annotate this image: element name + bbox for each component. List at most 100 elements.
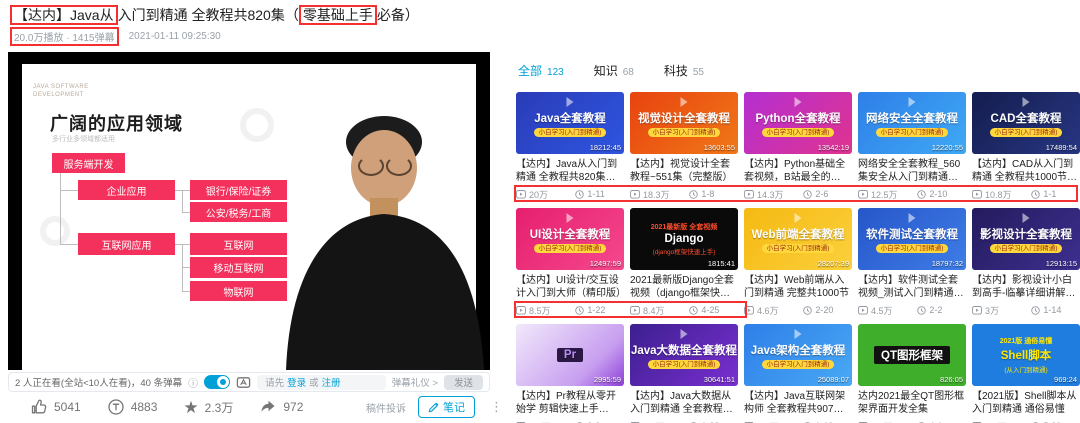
video-card-title: 【达内】Java大数据从入门到精通 全套教程共1000节	[630, 390, 738, 416]
video-duration: 18212:45	[590, 143, 621, 152]
clock-icon	[575, 190, 584, 199]
play-count: 3万	[985, 304, 999, 317]
upload-date: 4-25	[701, 305, 719, 315]
thumb-main-text: Java全套教程	[534, 110, 606, 126]
play-triangle-icon	[909, 97, 916, 107]
thumbs-up-icon	[30, 398, 48, 416]
video-card-title: 【达内】Pr教程从零开始学 剪辑快速上手（100节）	[516, 390, 624, 416]
video-thumbnail: Python全套教程 小白学习(入门到精通) 13542:19	[744, 92, 852, 154]
play-triangle-icon	[909, 213, 916, 223]
share-button[interactable]: 972	[259, 398, 303, 416]
video-card[interactable]: CAD全套教程 小白学习(入门到精通) 17489:54 【达内】CAD从入门到…	[972, 92, 1080, 200]
play-triangle-icon	[1023, 97, 1030, 107]
play-count-icon	[972, 306, 982, 315]
video-card-title: 达内2021最全QT图形框架界面开发全集	[858, 390, 966, 416]
share-icon	[259, 398, 277, 416]
video-card[interactable]: Web前端全套教程 小白学习(入门到精通) 28207:39 【达内】Web前端…	[744, 208, 852, 316]
play-triangle-icon	[795, 329, 802, 339]
video-card-title: 网络安全全套教程_560集安全从入门到精通【达内】	[858, 158, 966, 184]
video-duration: 826:05	[940, 375, 963, 384]
video-card[interactable]: QT图形框架 826:05 达内2021最全QT图形框架界面开发全集 1.7万 …	[858, 324, 966, 423]
more-options-icon[interactable]: ⋮	[487, 399, 506, 415]
video-card-title: 【达内】Python基础全套视频，B站最全的Python课程	[744, 158, 852, 184]
danmaku-settings-icon[interactable]	[236, 375, 251, 390]
video-duration: 28207:39	[818, 259, 849, 268]
video-card-title: 【达内】Java互联网架构师 全套教程共907节（Java架构师必备）	[744, 390, 852, 416]
video-card[interactable]: 影视设计全套教程 小白学习(入门到精通) 12913:15 【达内】影视设计小白…	[972, 208, 1080, 316]
clock-icon	[689, 190, 698, 199]
tab-count: 68	[623, 67, 634, 78]
tab-tech[interactable]: 科技 55	[664, 62, 704, 79]
tree-connector	[182, 190, 190, 191]
video-card-title: 【达内】Java从入门到精通 全教程共820集（零基础上手必备）	[516, 158, 624, 184]
thumb-sub-text: (django框架快速上手)	[653, 246, 716, 256]
video-card[interactable]: 2021版 通俗易懂 Shell脚本 (从入门到精通) 969:24 【2021…	[972, 324, 1080, 423]
video-card[interactable]: Java架构全套教程 小白学习(入门到精通) 25089:07 【达内】Java…	[744, 324, 852, 423]
thumb-main-text: QT图形框架	[874, 346, 950, 364]
info-icon[interactable]: ⓘ	[188, 375, 198, 390]
play-count-icon	[516, 190, 526, 199]
video-thumbnail: 2021最新版 全套视频 Django (django框架快速上手) 1815:…	[630, 208, 738, 270]
annotation-title-1: 【达内】Java从	[10, 5, 118, 25]
tab-all[interactable]: 全部 123	[518, 62, 564, 79]
watching-count: 2 人正在看(全站<10人在看)，40 条弹幕	[15, 375, 182, 389]
video-card[interactable]: Pr 2995:59 【达内】Pr教程从零开始学 剪辑快速上手（100节） 2.…	[516, 324, 624, 423]
play-count-icon	[858, 190, 868, 199]
danmaku-etiquette-link[interactable]: 弹幕礼仪 >	[392, 375, 438, 389]
tree-connector	[182, 291, 190, 292]
coin-button[interactable]: 4883	[107, 398, 158, 416]
tree-connector	[60, 173, 61, 244]
tab-knowledge[interactable]: 知识 68	[594, 62, 634, 79]
tree-connector	[60, 190, 78, 191]
slide-heading: 广阔的应用领域	[50, 110, 183, 136]
favorite-button[interactable]: ★ 2.3万	[183, 399, 233, 416]
play-triangle-icon	[681, 329, 688, 339]
send-button[interactable]: 发送	[444, 375, 483, 390]
play-count: 1.7万	[985, 420, 1007, 423]
thumb-main-text: CAD全套教程	[991, 110, 1062, 126]
video-title-mid: 入门到精通 全教程共820集（	[118, 7, 299, 23]
video-thumbnail: CAD全套教程 小白学习(入门到精通) 17489:54	[972, 92, 1080, 154]
action-bar: 5041 4883 ★ 2.3万 972 稿件投诉 笔记 ⋮	[8, 394, 506, 420]
danmaku-input[interactable]: 请先 登录 或 注册	[257, 375, 386, 390]
video-duration: 18797:32	[932, 259, 963, 268]
video-card[interactable]: Java全套教程 小白学习(入门到精通) 18212:45 【达内】Java从入…	[516, 92, 624, 200]
register-link[interactable]: 注册	[322, 375, 341, 389]
video-card[interactable]: 软件测试全套教程 小白学习(入门到精通) 18797:32 【达内】软件测试全套…	[858, 208, 966, 316]
upload-date: 2-10	[929, 189, 947, 199]
thumb-main-text: Java架构全套教程	[751, 342, 846, 358]
note-button[interactable]: 笔记	[418, 396, 475, 418]
annotation-plays: 20.0万播放 · 1415弹幕	[10, 27, 119, 46]
thumb-top-text: 2021最新版 全套视频	[651, 222, 718, 232]
video-card-stats: 12.5万 2-10	[858, 188, 966, 200]
play-count: 4.6万	[757, 304, 779, 317]
login-link[interactable]: 登录	[287, 375, 306, 389]
upload-date: 1-14	[1043, 305, 1061, 315]
play-triangle-icon	[795, 97, 802, 107]
video-thumbnail: Web前端全套教程 小白学习(入门到精通) 28207:39	[744, 208, 852, 270]
video-thumbnail: QT图形框架 826:05	[858, 324, 966, 386]
clock-icon	[917, 190, 926, 199]
danmaku-bar: 2 人正在看(全站<10人在看)，40 条弹幕 ⓘ 请先 登录 或 注册 弹幕礼…	[8, 372, 490, 392]
star-icon: ★	[183, 399, 198, 416]
video-card[interactable]: 视觉设计全套教程 小白学习(入门到精通) 13603:55 【达内】视觉设计全套…	[630, 92, 738, 200]
tab-count: 123	[547, 67, 564, 78]
danmaku-toggle[interactable]	[204, 375, 230, 389]
video-card[interactable]: 2021最新版 全套视频 Django (django框架快速上手) 1815:…	[630, 208, 738, 316]
play-triangle-icon	[567, 213, 574, 223]
video-card[interactable]: Python全套教程 小白学习(入门到精通) 13542:19 【达内】Pyth…	[744, 92, 852, 200]
like-button[interactable]: 5041	[30, 398, 81, 416]
video-card-stats: 8.5万 1-22	[516, 304, 624, 316]
tab-count: 55	[693, 67, 704, 78]
video-player[interactable]: JAVA SOFTWARE DEVELOPMENT 广阔的应用领域 多行业多领域…	[8, 52, 490, 370]
clock-icon	[575, 306, 584, 315]
play-count: 2.8万	[529, 420, 551, 423]
video-card[interactable]: 网络安全全套教程 小白学习(入门到精通) 12220:55 网络安全全套教程_5…	[858, 92, 966, 200]
video-card[interactable]: Java大数据全套教程 小白学习(入门到精通) 30641:51 【达内】Jav…	[630, 324, 738, 423]
video-meta: 20.0万播放 · 1415弹幕 2021-01-11 09:25:30	[10, 27, 221, 46]
play-count: 1.9万	[757, 420, 779, 423]
video-duration: 25089:07	[818, 375, 849, 384]
video-card[interactable]: UI设计全套教程 小白学习(入门到精通) 12497:59 【达内】UI设计/交…	[516, 208, 624, 316]
report-link[interactable]: 稿件投诉	[366, 400, 406, 415]
video-duration: 17489:54	[1046, 143, 1077, 152]
